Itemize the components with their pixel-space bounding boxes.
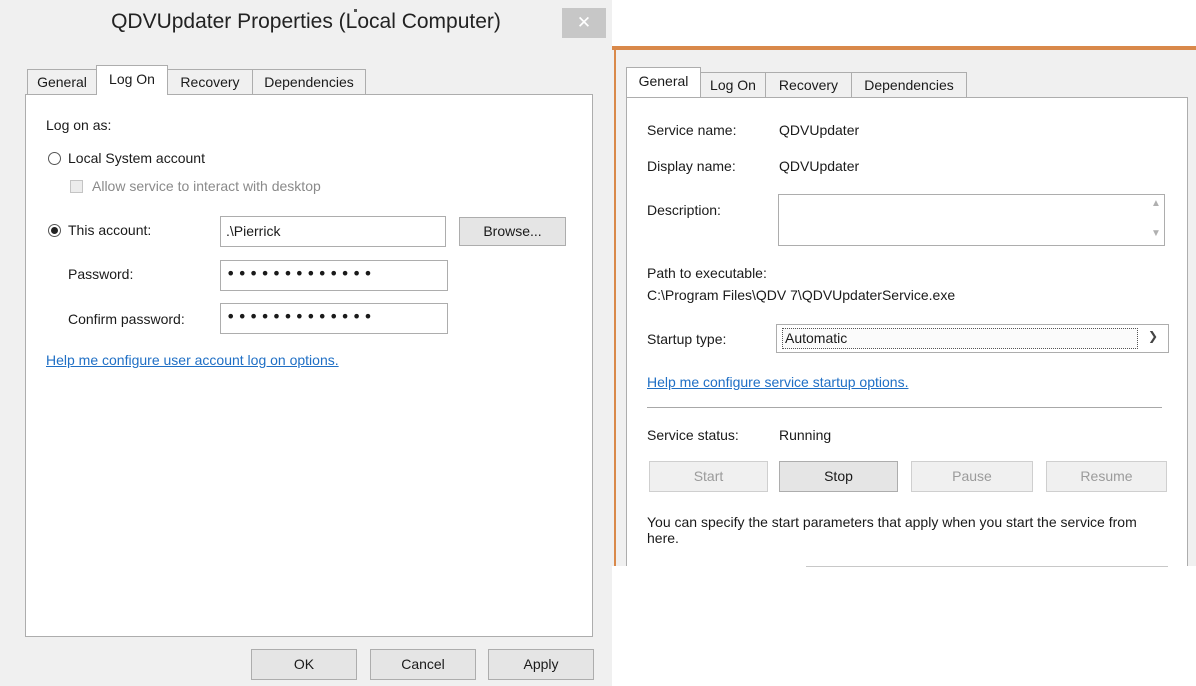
scroll-down-icon[interactable]: ▼: [1151, 228, 1161, 239]
pause-button[interactable]: Pause: [911, 461, 1033, 492]
description-label: Description:: [647, 202, 721, 218]
this-account-radio[interactable]: [48, 224, 61, 237]
service-status-label: Service status:: [647, 427, 739, 443]
scroll-up-icon[interactable]: ▲: [1151, 198, 1161, 209]
stop-button[interactable]: Stop: [779, 461, 898, 492]
start-button[interactable]: Start: [649, 461, 768, 492]
display-name-label: Display name:: [647, 158, 736, 174]
allow-interact-label: Allow service to interact with desktop: [92, 178, 321, 194]
tab-dependencies[interactable]: Dependencies: [252, 69, 366, 95]
tab-general[interactable]: General: [27, 69, 97, 95]
startup-type-label: Startup type:: [647, 331, 727, 347]
parameters-field-edge: [806, 566, 1168, 567]
close-icon[interactable]: ✕: [562, 8, 606, 38]
tab-recovery[interactable]: Recovery: [765, 72, 852, 98]
startup-type-value: Automatic: [782, 328, 1138, 349]
path-label: Path to executable:: [647, 265, 767, 281]
tab-general[interactable]: General: [626, 67, 701, 97]
path-value: C:\Program Files\QDV 7\QDVUpdaterService…: [647, 287, 956, 303]
this-account-label: This account:: [68, 222, 152, 238]
cancel-button[interactable]: Cancel: [370, 649, 476, 680]
window-accent-edge: [614, 50, 616, 566]
browse-button[interactable]: Browse...: [459, 217, 566, 246]
chevron-down-icon[interactable]: ❯: [1148, 329, 1158, 343]
local-system-radio[interactable]: [48, 152, 61, 165]
window-accent-border: [612, 46, 1196, 50]
apply-button[interactable]: Apply: [488, 649, 594, 680]
local-system-label: Local System account: [68, 150, 205, 166]
service-name-value: QDVUpdater: [779, 122, 860, 138]
start-parameters-note: You can specify the start parameters tha…: [647, 514, 1137, 546]
tab-recovery[interactable]: Recovery: [167, 69, 253, 95]
tab-dependencies[interactable]: Dependencies: [851, 72, 967, 98]
service-name-label: Service name:: [647, 122, 737, 138]
help-startup-link[interactable]: Help me configure service startup option…: [647, 374, 908, 390]
password-field[interactable]: •••••••••••••: [220, 260, 448, 291]
tab-log-on[interactable]: Log On: [96, 65, 168, 95]
log-on-as-label: Log on as:: [46, 117, 112, 133]
display-name-value: QDVUpdater: [779, 158, 860, 174]
account-input[interactable]: .\Pierrick: [220, 216, 446, 247]
tab-log-on[interactable]: Log On: [700, 72, 766, 98]
startup-type-select[interactable]: Automatic: [776, 324, 1169, 353]
help-logon-link[interactable]: Help me configure user account log on op…: [46, 352, 339, 368]
dialog-title: QDVUpdater Properties (Local Computer): [111, 10, 501, 33]
description-box[interactable]: [778, 194, 1165, 246]
ok-button[interactable]: OK: [251, 649, 357, 680]
confirm-password-field[interactable]: •••••••••••••: [220, 303, 448, 334]
allow-interact-checkbox[interactable]: [70, 180, 83, 193]
password-label: Password:: [68, 266, 134, 282]
confirm-password-label: Confirm password:: [68, 311, 185, 327]
service-status-value: Running: [779, 427, 832, 443]
divider: [647, 407, 1162, 408]
resume-button[interactable]: Resume: [1046, 461, 1167, 492]
